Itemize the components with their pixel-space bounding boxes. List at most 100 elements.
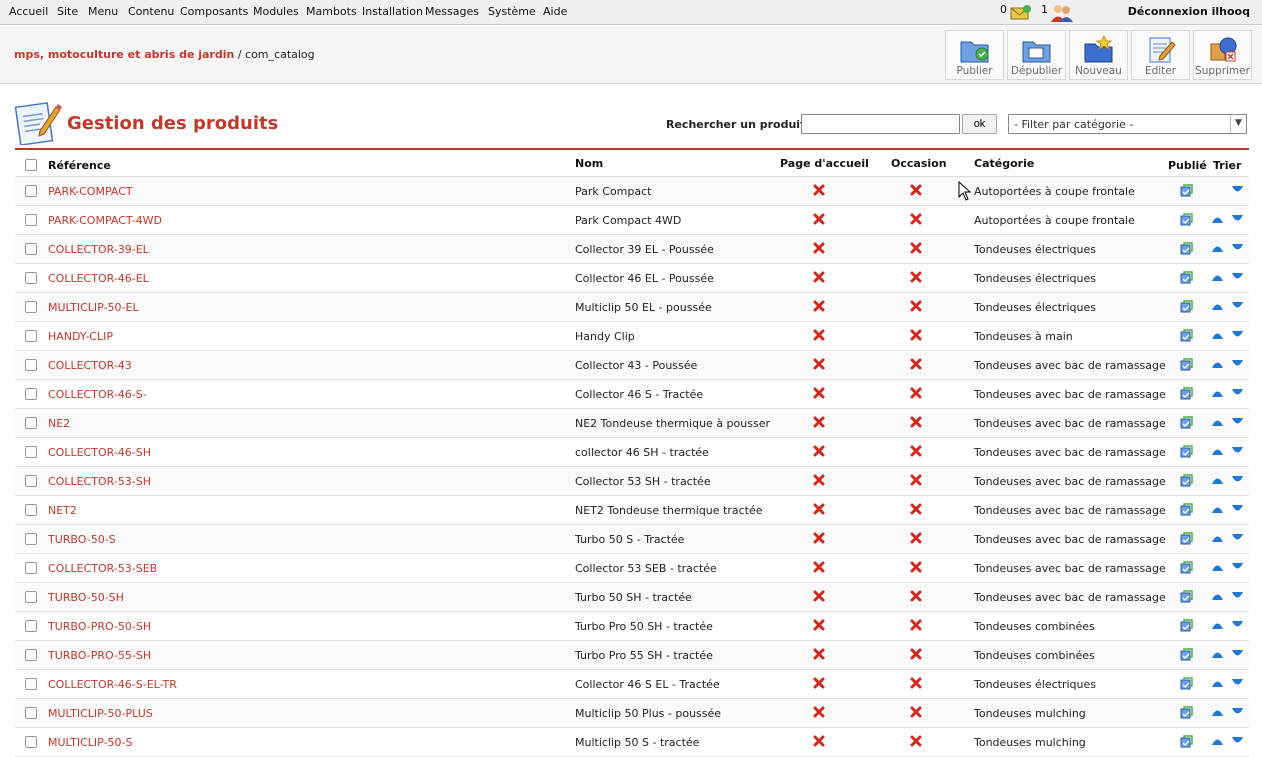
occasion-no-icon[interactable] [910, 706, 922, 718]
product-reference-link[interactable]: NE2 [48, 417, 70, 430]
occasion-no-icon[interactable] [910, 213, 922, 225]
published-icon[interactable] [1180, 329, 1193, 342]
occasion-no-icon[interactable] [910, 445, 922, 457]
product-reference-link[interactable]: TURBO-50-SH [48, 591, 124, 604]
move-down-icon[interactable] [1231, 591, 1244, 601]
delete-button[interactable]: Supprimer [1193, 30, 1252, 80]
category-filter-select[interactable]: - Filter par catégorie - ▼ [1008, 114, 1247, 134]
row-checkbox[interactable] [25, 417, 37, 429]
occasion-no-icon[interactable] [910, 619, 922, 631]
move-up-icon[interactable] [1211, 475, 1224, 485]
published-icon[interactable] [1180, 735, 1193, 748]
homepage-no-icon[interactable] [813, 619, 825, 631]
new-button[interactable]: Nouveau [1069, 30, 1128, 80]
published-icon[interactable] [1180, 358, 1193, 371]
row-checkbox[interactable] [25, 649, 37, 661]
occasion-no-icon[interactable] [910, 474, 922, 486]
homepage-no-icon[interactable] [813, 213, 825, 225]
product-reference-link[interactable]: COLLECTOR-46-S- [48, 388, 147, 401]
move-up-icon[interactable] [1211, 214, 1224, 224]
move-up-icon[interactable] [1211, 417, 1224, 427]
occasion-no-icon[interactable] [910, 300, 922, 312]
product-reference-link[interactable]: TURBO-PRO-50-SH [48, 620, 151, 633]
menu-aide[interactable]: Aide [543, 5, 567, 18]
header-reference[interactable]: Référence [48, 159, 111, 172]
homepage-no-icon[interactable] [813, 648, 825, 660]
row-checkbox[interactable] [25, 272, 37, 284]
search-ok-button[interactable]: ok [962, 114, 997, 134]
published-icon[interactable] [1180, 213, 1193, 226]
mail-icon[interactable] [1010, 4, 1032, 21]
move-up-icon[interactable] [1211, 446, 1224, 456]
product-reference-link[interactable]: HANDY-CLIP [48, 330, 113, 343]
move-up-icon[interactable] [1211, 330, 1224, 340]
row-checkbox[interactable] [25, 533, 37, 545]
move-down-icon[interactable] [1231, 359, 1244, 369]
move-up-icon[interactable] [1211, 359, 1224, 369]
menu-menu[interactable]: Menu [88, 5, 118, 18]
move-up-icon[interactable] [1211, 504, 1224, 514]
homepage-no-icon[interactable] [813, 184, 825, 196]
header-nom[interactable]: Nom [575, 157, 603, 170]
publish-button[interactable]: Publier [945, 30, 1004, 80]
homepage-no-icon[interactable] [813, 735, 825, 747]
product-reference-link[interactable]: COLLECTOR-46-SH [48, 446, 151, 459]
published-icon[interactable] [1180, 532, 1193, 545]
move-up-icon[interactable] [1211, 243, 1224, 253]
product-reference-link[interactable]: COLLECTOR-46-EL [48, 272, 149, 285]
occasion-no-icon[interactable] [910, 735, 922, 747]
menu-messages[interactable]: Messages [425, 5, 479, 18]
header-categorie[interactable]: Catégorie [974, 157, 1034, 170]
homepage-no-icon[interactable] [813, 329, 825, 341]
move-down-icon[interactable] [1231, 272, 1244, 282]
move-down-icon[interactable] [1231, 736, 1244, 746]
published-icon[interactable] [1180, 619, 1193, 632]
homepage-no-icon[interactable] [813, 445, 825, 457]
move-down-icon[interactable] [1231, 388, 1244, 398]
move-down-icon[interactable] [1231, 243, 1244, 253]
published-icon[interactable] [1180, 271, 1193, 284]
homepage-no-icon[interactable] [813, 387, 825, 399]
logout-link[interactable]: Déconnexion ilhooq [1128, 5, 1250, 18]
row-checkbox[interactable] [25, 736, 37, 748]
move-down-icon[interactable] [1231, 330, 1244, 340]
product-reference-link[interactable]: COLLECTOR-39-EL [48, 243, 149, 256]
row-checkbox[interactable] [25, 678, 37, 690]
move-down-icon[interactable] [1231, 504, 1244, 514]
published-icon[interactable] [1180, 590, 1193, 603]
product-reference-link[interactable]: COLLECTOR-46-S-EL-TR [48, 678, 177, 691]
product-reference-link[interactable]: COLLECTOR-53-SEB [48, 562, 157, 575]
move-up-icon[interactable] [1211, 301, 1224, 311]
homepage-no-icon[interactable] [813, 358, 825, 370]
menu-systeme[interactable]: Système [488, 5, 536, 18]
row-checkbox[interactable] [25, 388, 37, 400]
users-icon[interactable] [1050, 4, 1074, 22]
row-checkbox[interactable] [25, 707, 37, 719]
occasion-no-icon[interactable] [910, 271, 922, 283]
homepage-no-icon[interactable] [813, 677, 825, 689]
move-up-icon[interactable] [1211, 591, 1224, 601]
row-checkbox[interactable] [25, 446, 37, 458]
published-icon[interactable] [1180, 474, 1193, 487]
unpublish-button[interactable]: Dépublier [1007, 30, 1066, 80]
published-icon[interactable] [1180, 300, 1193, 313]
row-checkbox[interactable] [25, 475, 37, 487]
occasion-no-icon[interactable] [910, 677, 922, 689]
move-up-icon[interactable] [1211, 533, 1224, 543]
move-down-icon[interactable] [1231, 446, 1244, 456]
occasion-no-icon[interactable] [910, 532, 922, 544]
published-icon[interactable] [1180, 242, 1193, 255]
product-reference-link[interactable]: MULTICLIP-50-S [48, 736, 132, 749]
occasion-no-icon[interactable] [910, 358, 922, 370]
occasion-no-icon[interactable] [910, 648, 922, 660]
move-down-icon[interactable] [1231, 533, 1244, 543]
menu-composants[interactable]: Composants [180, 5, 248, 18]
move-up-icon[interactable] [1211, 707, 1224, 717]
menu-modules[interactable]: Modules [253, 5, 299, 18]
product-reference-link[interactable]: NET2 [48, 504, 77, 517]
occasion-no-icon[interactable] [910, 503, 922, 515]
homepage-no-icon[interactable] [813, 590, 825, 602]
occasion-no-icon[interactable] [910, 329, 922, 341]
occasion-no-icon[interactable] [910, 416, 922, 428]
move-down-icon[interactable] [1231, 185, 1244, 195]
